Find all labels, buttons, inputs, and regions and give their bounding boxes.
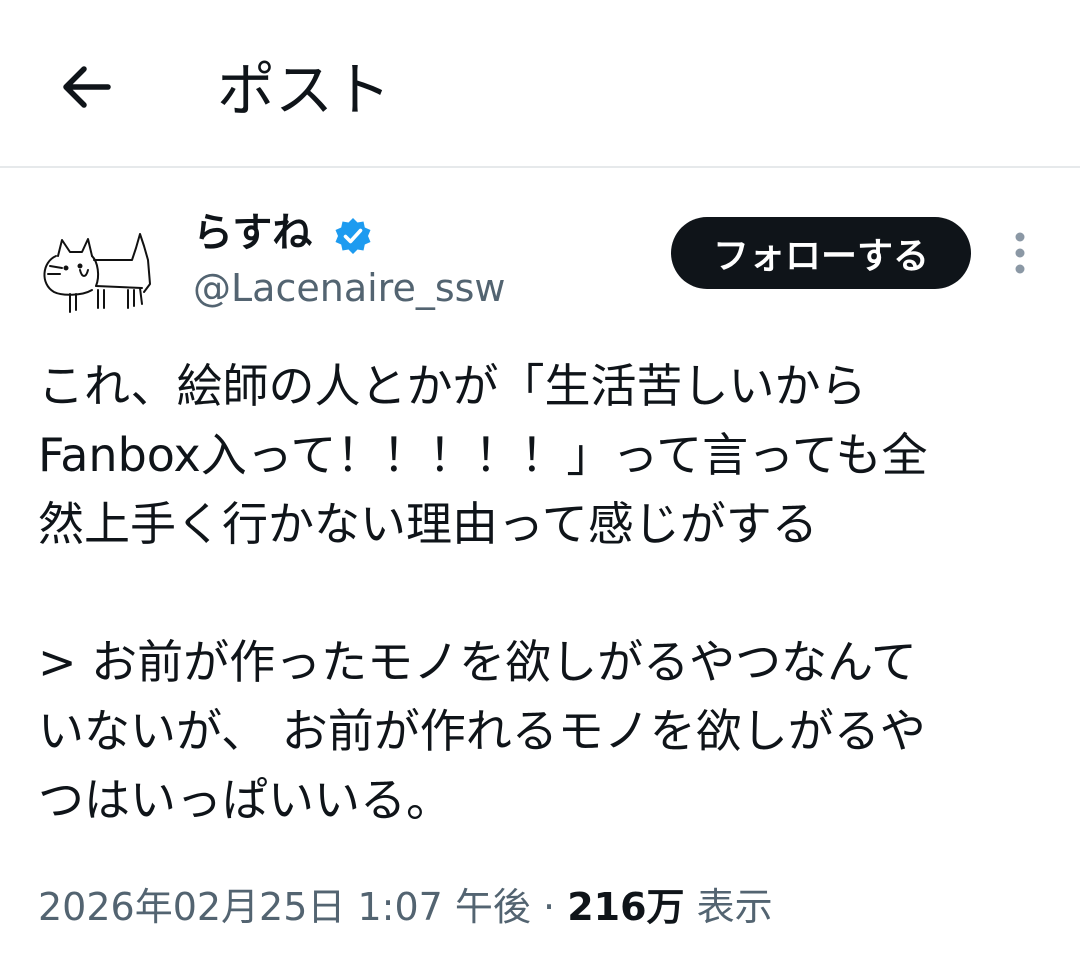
user-handle[interactable]: @Lacenaire_ssw [193,262,506,314]
top-bar: ポスト [0,0,1080,168]
arrow-left-icon [63,66,111,108]
more-vertical-icon [1015,232,1025,274]
back-button[interactable] [50,52,120,122]
cat-doodle-avatar [43,233,151,313]
avatar[interactable] [36,226,156,326]
more-options-button[interactable] [1004,230,1036,276]
views-count: 216万 [567,885,685,929]
post-meta: 2026年02月25日 1:07 午後 · 216万 表示 [38,879,773,935]
views-label: 表示 [696,885,773,929]
post-timestamp[interactable]: 2026年02月25日 1:07 午後 [38,885,531,929]
meta-separator: · [543,885,556,929]
verified-badge-icon [335,218,371,254]
page-title: ポスト [217,56,392,124]
post-body: これ、絵師の人とかが「生活苦しいから Fanbox入って！！！！！」って言っても… [38,359,928,827]
follow-button[interactable]: フォローする [671,217,971,289]
display-name[interactable]: らすね [193,205,312,261]
